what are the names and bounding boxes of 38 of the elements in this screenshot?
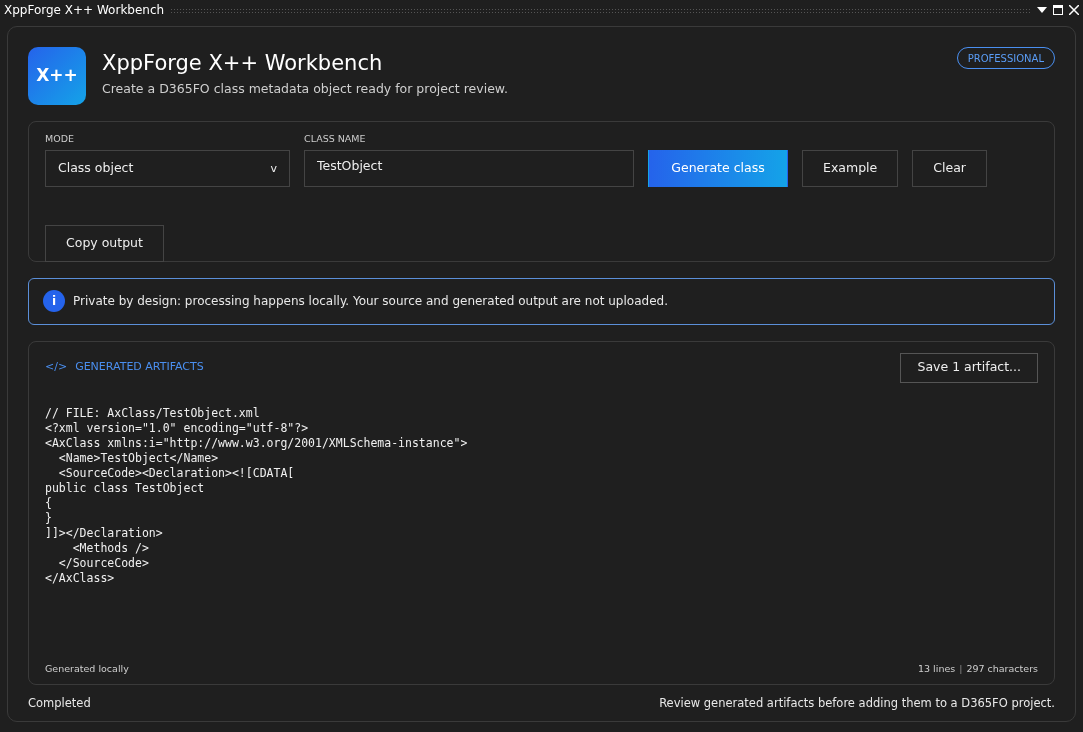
action-button[interactable]: Generate class	[648, 150, 788, 188]
code-icon: </>	[45, 359, 68, 376]
action-button[interactable]: Copy output	[45, 225, 164, 263]
field-label: MODE	[45, 132, 75, 146]
section-title: GENERATED ARTIFACTS	[75, 359, 204, 376]
code-line: <Methods />	[71, 540, 149, 556]
code-line: <SourceCode><Declaration><![CDATA[	[57, 465, 295, 481]
footer-text: Generated locally	[45, 662, 129, 676]
separator: |	[959, 662, 963, 676]
status-text: Completed	[28, 694, 91, 712]
action-button[interactable]: Example	[802, 150, 899, 188]
code-line: </AxClass>	[45, 570, 115, 586]
code-line: <?xml version="1.0" encoding="utf-8"?>	[45, 420, 309, 436]
action-button[interactable]: Clear	[912, 150, 987, 188]
code-line: ]]></Declaration>	[45, 525, 163, 541]
mode-select[interactable]: Class object v	[45, 150, 290, 188]
class-name-field[interactable]: TestObject	[304, 150, 634, 188]
field-label: CLASS NAME	[304, 132, 367, 146]
window-title: XppForge X++ Workbench	[4, 2, 165, 19]
code-line: public class TestObject	[45, 480, 205, 496]
status-hint: Review generated artifacts before adding them to a D365FO project.	[659, 694, 1055, 712]
notice-text: Private by design: processing happens locally. Your source and generated output are not uploaded.	[73, 293, 668, 311]
code-line: {	[45, 495, 52, 511]
code-line: <AxClass xmlns:i="http://www.w3.org/2001/XMLSchema-instance">	[45, 435, 468, 451]
dropdown-icon[interactable]	[1037, 7, 1047, 13]
save-button[interactable]: Save 1 artifact...	[900, 352, 1038, 383]
maximize-icon[interactable]	[1053, 5, 1063, 15]
info-icon: i	[43, 290, 65, 313]
code-line: <Name>TestObject</Name>	[57, 450, 219, 466]
close-icon[interactable]	[1069, 5, 1079, 15]
app-logo: X++	[28, 47, 86, 105]
app-subtitle: Create a D365FO class metadata object ready for project review.	[102, 80, 509, 99]
character-count: 297 characters	[966, 662, 1038, 676]
code-line: // FILE: AxClass/TestObject.xml	[45, 405, 260, 421]
line-count: 13 lines	[918, 662, 956, 676]
code-line: </SourceCode>	[57, 555, 149, 571]
app-title: XppForge X++ Workbench	[102, 51, 384, 77]
code-line: }	[45, 510, 52, 526]
